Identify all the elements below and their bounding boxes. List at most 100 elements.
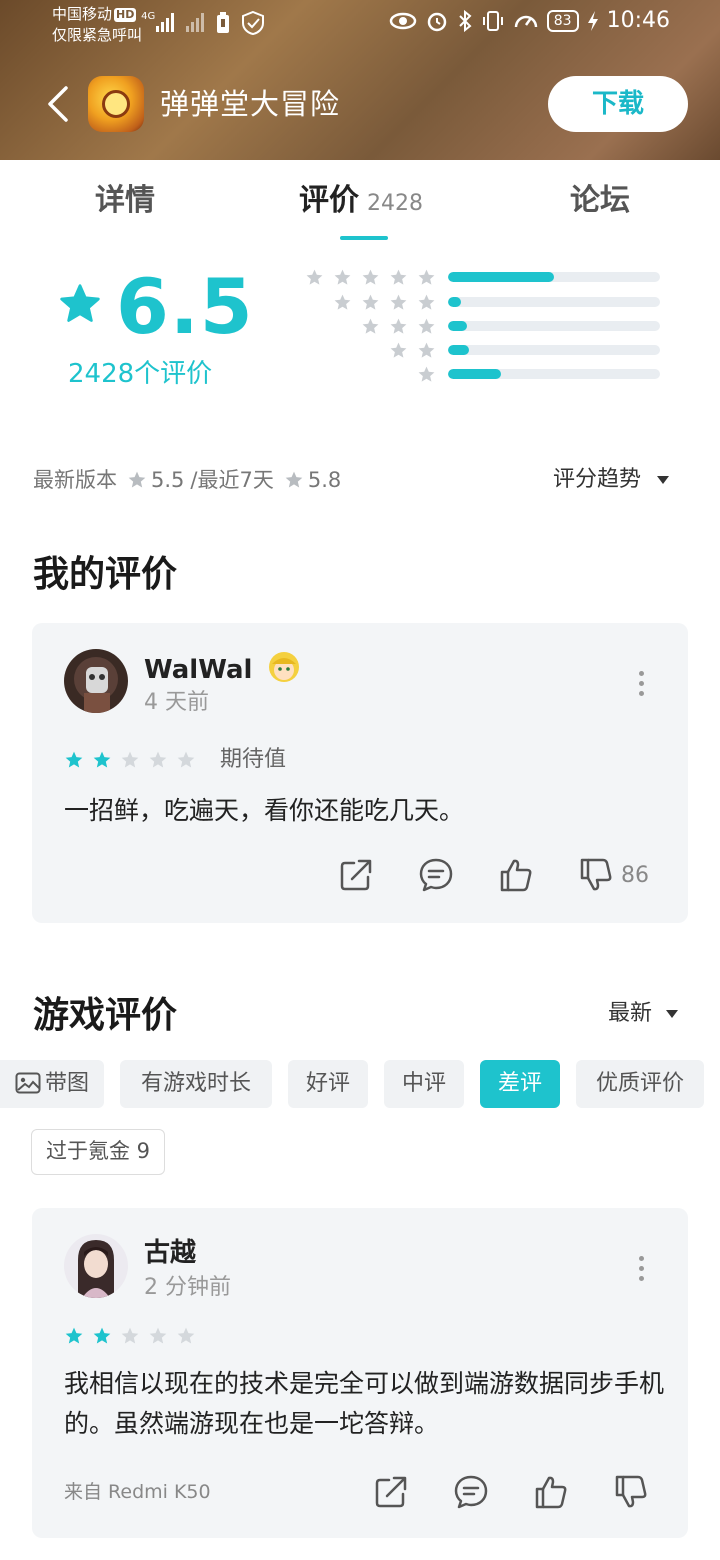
emergency-text: 仅限紧急呼叫 [52,26,143,44]
device-label: 来自 Redmi K50 [64,1481,211,1503]
dislike-icon[interactable] [613,1474,649,1510]
tab-forum[interactable]: 论坛 [570,180,630,222]
star-icon [285,471,303,488]
star-icon [362,318,379,334]
star-icon [65,751,83,768]
back-arrow-icon[interactable] [44,84,74,124]
average-score: 6.5 [116,262,254,351]
tab-reviews[interactable]: 评价 2428 [299,180,423,225]
app-logo [88,76,144,132]
distribution-bar-fill [448,369,501,379]
review-text: 我相信以现在的技术是完全可以做到端游数据同步手机的。虽然端游现在也是一坨答辩。 [64,1369,665,1438]
share-icon[interactable] [338,857,374,893]
user-badge-icon [269,652,300,682]
my-review-card: WalWal 4 天前 期待值 一招鲜，吃遍天，看你还能吃几天。 86 [32,623,688,923]
image-icon [15,1072,41,1094]
tab-reviews-count: 2428 [367,191,423,216]
distribution-stars [333,293,436,312]
clock: 10:46 [606,8,670,33]
distribution-bar-track [448,345,660,355]
dropdown-arrow-icon [666,1010,679,1018]
star-icon [121,751,139,768]
distribution-stars [305,268,436,287]
sort-dropdown[interactable]: 最新 [608,998,679,1030]
tag-chip[interactable]: 过于氪金 9 [31,1129,166,1175]
dislike-icon[interactable] [578,857,614,893]
share-icon[interactable] [373,1474,409,1510]
star-icon [390,342,407,358]
recent-score: 5.8 [307,468,342,492]
review-stars: 期待值 [64,745,286,775]
more-options-icon[interactable] [638,671,644,696]
filter-neutral[interactable]: 中评 [384,1060,464,1108]
distribution-stars [417,365,436,384]
filter-with-images[interactable]: 带图 [0,1060,104,1108]
rating-trend-label: 评分趋势 [553,467,642,492]
star-icon [418,294,435,310]
star-icon [121,1327,139,1344]
rating-trend-button[interactable]: 评分趋势 [553,464,670,496]
carrier-info: 中国移动 HD 4G 仅限紧急呼叫 [52,5,155,45]
my-review-title: 我的评价 [33,554,178,595]
alarm-icon [427,12,447,31]
tab-details[interactable]: 详情 [95,180,155,222]
star-icon [418,269,435,285]
distribution-stars [389,341,436,360]
game-reviews-title: 游戏评价 [33,995,178,1036]
avatar[interactable] [64,1234,128,1298]
dropdown-arrow-icon [657,476,670,484]
distribution-bar-track [448,369,660,379]
star-icon [362,294,379,310]
star-icon [93,1327,111,1344]
filter-quality[interactable]: 优质评价 [576,1060,704,1108]
star-icon [306,269,323,285]
star-icon [149,751,167,768]
distribution-bar-fill [448,321,468,331]
rating-label: 期待值 [220,747,287,772]
distribution-row-4-star [300,293,660,311]
filter-has-playtime[interactable]: 有游戏时长 [120,1060,272,1108]
charging-icon [587,10,598,31]
username-text: WalWal [144,655,253,685]
more-options-icon[interactable] [638,1256,644,1281]
rating-count: 2428个评价 [68,359,213,389]
star-icon [418,318,435,334]
avatar[interactable] [64,649,128,713]
bluetooth-icon [459,9,472,32]
review-stars [64,1326,196,1346]
signal-2-icon [186,12,204,32]
download-button[interactable]: 下载 [548,76,688,132]
filter-label: 带图 [44,1071,89,1096]
like-icon[interactable] [498,857,534,893]
latest-version-label: 最新版本 [33,468,117,492]
review-time: 4 天前 [144,690,209,715]
app-header: 中国移动 HD 4G 仅限紧急呼叫 83 10:46 弹弹堂大冒险 下载 [0,0,720,160]
hd-badge: HD [114,8,137,22]
star-icon [334,269,351,285]
speed-icon [514,15,538,27]
distribution-row-2-star [300,341,660,359]
distribution-row-5-star [300,268,660,286]
distribution-bar-track [448,297,660,307]
star-icon [128,471,146,488]
eye-icon [389,12,417,29]
comment-icon[interactable] [418,857,454,893]
signal-icon [156,12,174,32]
star-icon [418,366,435,382]
star-icon [177,751,195,768]
like-icon[interactable] [533,1474,569,1510]
distribution-row-1-star [300,365,660,383]
star-icon [390,269,407,285]
distribution-bar-fill [448,272,554,282]
filter-positive[interactable]: 好评 [288,1060,368,1108]
tab-reviews-label: 评价 [299,183,359,218]
distribution-bar-track [448,272,660,282]
star-icon [390,294,407,310]
review-text: 一招鲜，吃遍天，看你还能吃几天。 [64,796,465,825]
star-icon [93,751,111,768]
star-icon [149,1327,167,1344]
filter-negative[interactable]: 差评 [480,1060,560,1108]
review-username: 古越 [144,1238,197,1268]
comment-icon[interactable] [453,1474,489,1510]
game-review-card: 古越 2 分钟前 我相信以现在的技术是完全可以做到端游数据同步手机的。虽然端游现… [32,1208,688,1538]
